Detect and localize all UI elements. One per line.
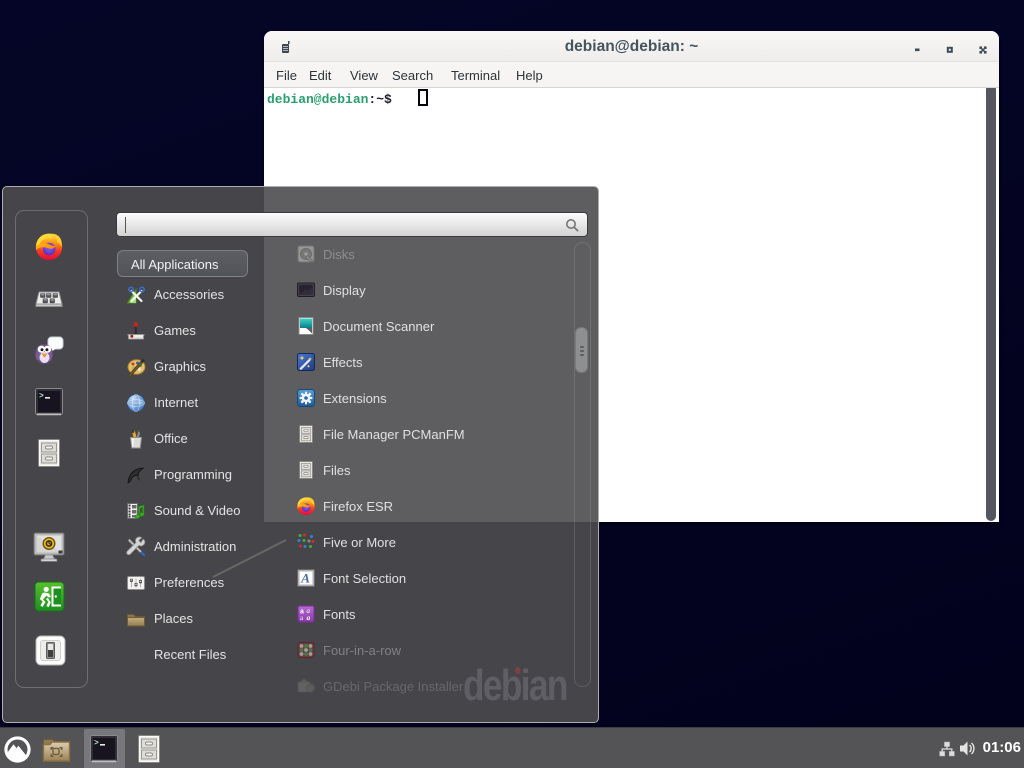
svg-text:>: > xyxy=(39,392,44,401)
svg-text:>: > xyxy=(94,739,99,748)
svg-text:A: A xyxy=(300,571,310,586)
svg-text:a: a xyxy=(307,613,311,622)
